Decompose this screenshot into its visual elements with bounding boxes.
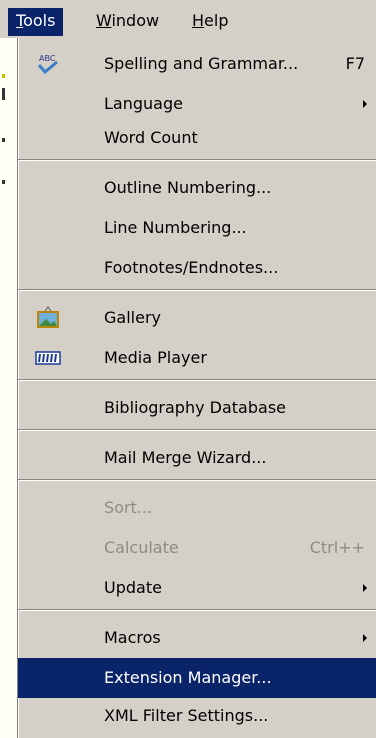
menu-item-xml-filter-settings[interactable]: XML Filter Settings... <box>18 696 376 736</box>
menu-window[interactable]: Window <box>88 8 167 36</box>
menu-separator <box>18 609 376 611</box>
menu-item-label: Sort... <box>104 498 153 517</box>
menu-tools[interactable]: Tools <box>8 8 64 36</box>
menu-item-label: XML Filter Settings... <box>104 706 269 725</box>
menu-item-shortcut: Ctrl++ <box>309 538 365 557</box>
menu-bar: Tools Window Help <box>0 0 376 39</box>
submenu-arrow-icon <box>363 584 367 592</box>
menu-item-label: Spelling and Grammar... <box>104 54 299 73</box>
menu-item-update[interactable]: Update <box>18 568 376 608</box>
menu-item-footnotes[interactable]: Footnotes/Endnotes... <box>18 248 376 288</box>
menu-item-sort: Sort... <box>18 488 376 528</box>
menu-tools-label: ools <box>23 11 56 30</box>
menu-separator <box>18 379 376 381</box>
tools-dropdown-menu: ABC Spelling and Grammar... F7 Language … <box>17 38 376 738</box>
menu-item-word-count[interactable]: Word Count <box>18 118 376 158</box>
menu-item-label: Gallery <box>104 308 161 327</box>
menu-tools-mnemonic: T <box>16 11 24 30</box>
svg-text:ABC: ABC <box>39 54 56 63</box>
menu-window-mnemonic: W <box>96 11 112 30</box>
submenu-arrow-icon <box>363 634 367 642</box>
menu-separator <box>18 159 376 161</box>
menu-separator <box>18 289 376 291</box>
menu-item-label: Outline Numbering... <box>104 178 272 197</box>
doc-mark <box>2 74 5 78</box>
abc-check-icon: ABC <box>37 54 58 75</box>
menu-item-extension-manager[interactable]: Extension Manager... <box>18 658 376 698</box>
menu-item-outline-numbering[interactable]: Outline Numbering... <box>18 168 376 208</box>
menu-item-shortcut: F7 <box>345 54 365 73</box>
menu-help-label: elp <box>204 11 229 30</box>
menu-item-line-numbering[interactable]: Line Numbering... <box>18 208 376 248</box>
menu-item-label: Calculate <box>104 538 179 557</box>
doc-mark <box>2 138 5 142</box>
menu-item-bibliography[interactable]: Bibliography Database <box>18 388 376 428</box>
submenu-arrow-icon <box>363 100 367 108</box>
menu-item-mail-merge[interactable]: Mail Merge Wizard... <box>18 438 376 478</box>
menu-help[interactable]: Help <box>184 8 236 36</box>
menu-item-label: Update <box>104 578 162 597</box>
menu-item-media-player[interactable]: Media Player <box>18 338 376 378</box>
menu-item-label: Extension Manager... <box>104 668 272 687</box>
menu-item-calculate: Calculate Ctrl++ <box>18 528 376 568</box>
menu-item-label: Macros <box>104 628 161 647</box>
menu-window-label: indow <box>111 11 160 30</box>
document-background <box>0 38 17 726</box>
menu-item-label: Footnotes/Endnotes... <box>104 258 279 277</box>
menu-item-label: Mail Merge Wizard... <box>104 448 267 467</box>
menu-item-label: Word Count <box>104 128 198 147</box>
menu-item-macros[interactable]: Macros <box>18 618 376 658</box>
menu-item-spelling[interactable]: ABC Spelling and Grammar... F7 <box>18 44 376 84</box>
doc-mark <box>2 180 5 184</box>
menu-item-label: Bibliography Database <box>104 398 286 417</box>
menu-separator <box>18 429 376 431</box>
menu-help-mnemonic: H <box>192 11 205 30</box>
menu-item-label: Media Player <box>104 348 207 367</box>
menu-item-gallery[interactable]: Gallery <box>18 298 376 338</box>
gallery-picture-icon <box>37 306 59 328</box>
media-player-icon <box>35 351 61 365</box>
doc-mark <box>2 88 5 100</box>
menu-separator <box>18 479 376 481</box>
menu-item-label: Line Numbering... <box>104 218 247 237</box>
